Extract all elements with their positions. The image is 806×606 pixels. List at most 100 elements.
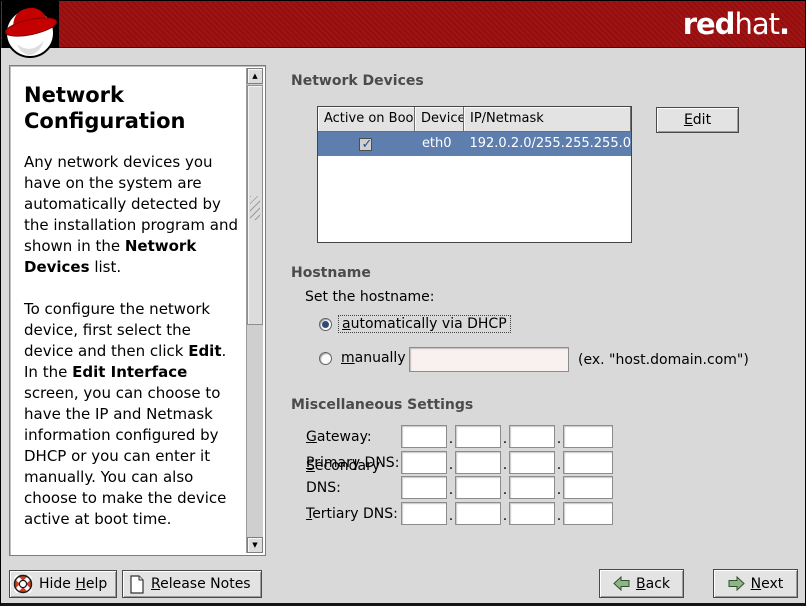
primary-dns-octet-1[interactable] [401,451,447,474]
primary-dns-octet-3[interactable] [509,451,555,474]
secondary-dns-label-key: S [306,458,315,474]
brand-dot: . [779,7,789,41]
octet-separator: . [501,456,509,474]
manual-radio-button[interactable] [319,352,332,365]
network-devices-section-label: Network Devices [291,73,424,89]
gateway-label-text: ateway: [317,429,372,445]
help-title: Network Configuration [24,82,243,134]
column-header-device: Device [415,107,464,132]
next-label-key: N [751,576,761,592]
dhcp-radio-button[interactable] [319,318,332,331]
help-p2-bold2: Edit Interface [72,363,187,381]
help-buoy-icon [13,574,33,594]
octet-separator: . [447,507,455,525]
scrollbar-grip-icon [250,196,260,220]
gateway-row: Gateway: . . . [306,425,613,448]
scroll-up-button[interactable]: ▲ [247,68,263,84]
installer-window: redhat. Network Configuration Any networ… [0,0,806,606]
table-header-row: Active on Boot Device IP/Netmask [318,107,631,132]
hide-help-button[interactable]: Hide Help [9,570,117,598]
scroll-down-button[interactable]: ▼ [247,537,263,553]
gateway-label: Gateway: [306,426,401,448]
header-bar: redhat. [1,1,805,48]
tertiary-dns-octet-2[interactable] [455,502,501,525]
table-row-eth0[interactable]: ✓ eth0 192.0.2.0/255.255.255.0 [318,132,631,156]
octet-separator: . [555,456,563,474]
gateway-octet-2[interactable] [455,425,501,448]
ip-netmask-cell: 192.0.2.0/255.255.255.0 [462,132,631,156]
dhcp-radio-label[interactable]: automatically via DHCP [338,315,511,333]
active-on-boot-checkbox[interactable]: ✓ [359,138,372,151]
octet-separator: . [501,430,509,448]
tertiary-dns-label-text: ertiary DNS: [312,506,398,522]
edit-button[interactable]: Edit [656,107,739,133]
hide-help-label-key: H [75,576,86,592]
octet-separator: . [555,507,563,525]
hostname-manual-option[interactable]: manually [319,349,409,367]
edit-button-label: dit [693,112,711,128]
scrollbar-thumb[interactable] [247,85,263,325]
secondary-dns-label-text: econdary DNS: [306,458,380,496]
next-button[interactable]: Next [713,569,798,598]
next-label-text: ext [761,576,783,592]
hide-help-label-text: elp [86,576,107,592]
help-text: Network Configuration Any network device… [12,68,245,553]
down-arrow-icon: ▼ [252,541,257,549]
help-p2-text: To configure the network device, first s… [24,300,210,360]
tertiary-dns-octet-4[interactable] [563,502,613,525]
checkbox-check-icon: ✓ [361,133,372,157]
octet-separator: . [501,481,509,499]
release-notes-button[interactable]: Release Notes [122,570,262,598]
octet-separator: . [447,456,455,474]
help-panel: Network Configuration Any network device… [9,65,266,556]
gateway-octet-1[interactable] [401,425,447,448]
help-p2-bold: Edit [188,342,221,360]
back-label-text: ack [646,576,670,592]
redhat-shadowman-logo-icon [2,1,59,48]
back-arrow-icon [613,576,630,591]
hostname-input[interactable] [409,347,569,372]
help-paragraph-1: Any network devices you have on the syst… [24,152,243,278]
octet-separator: . [501,507,509,525]
brand-regular: hat [734,7,779,41]
secondary-dns-label: Secondary DNS: [306,455,401,499]
secondary-dns-row: Secondary DNS: . . . [306,476,613,499]
octet-separator: . [555,430,563,448]
release-notes-document-icon [129,575,145,594]
tertiary-dns-octet-1[interactable] [401,502,447,525]
redhat-logotype: redhat. [683,7,789,41]
gateway-label-key: G [306,429,317,445]
gateway-octet-4[interactable] [563,425,613,448]
manual-label-text: anually [355,350,406,366]
primary-dns-octet-2[interactable] [455,451,501,474]
primary-dns-octet-4[interactable] [563,451,613,474]
edit-button-key: E [684,112,693,128]
hostname-section-label: Hostname [291,265,371,281]
back-label-key: B [636,576,646,592]
gateway-octet-3[interactable] [509,425,555,448]
column-header-ip-netmask: IP/Netmask [464,107,631,132]
up-arrow-icon: ▲ [252,72,257,80]
back-button[interactable]: Back [599,569,684,598]
secondary-dns-octet-2[interactable] [455,476,501,499]
help-paragraph-3: If you do not have DHCP client access or… [24,551,243,553]
column-header-active-on-boot: Active on Boot [318,107,415,132]
help-p2-text3: screen, you can choose to have the IP an… [24,384,226,528]
tertiary-dns-octet-3[interactable] [509,502,555,525]
secondary-dns-octet-4[interactable] [563,476,613,499]
secondary-dns-octet-1[interactable] [401,476,447,499]
help-paragraph-2: To configure the network device, first s… [24,299,243,530]
help-p1-text2: list. [90,258,122,276]
dhcp-label-key: a [342,316,351,332]
manual-radio-label[interactable]: manually [338,350,409,366]
octet-separator: . [447,430,455,448]
misc-settings-section-label: Miscellaneous Settings [291,397,473,413]
help-scrollbar[interactable]: ▲ ▼ [246,68,263,553]
network-devices-table: Active on Boot Device IP/Netmask ✓ eth0 … [317,106,632,243]
set-hostname-prompt: Set the hostname: [305,289,435,305]
device-cell: eth0 [414,132,463,156]
tertiary-dns-row: Tertiary DNS: . . . [306,502,613,525]
secondary-dns-octet-3[interactable] [509,476,555,499]
brand-bold: red [683,7,735,41]
hostname-dhcp-option[interactable]: automatically via DHCP [319,315,511,333]
